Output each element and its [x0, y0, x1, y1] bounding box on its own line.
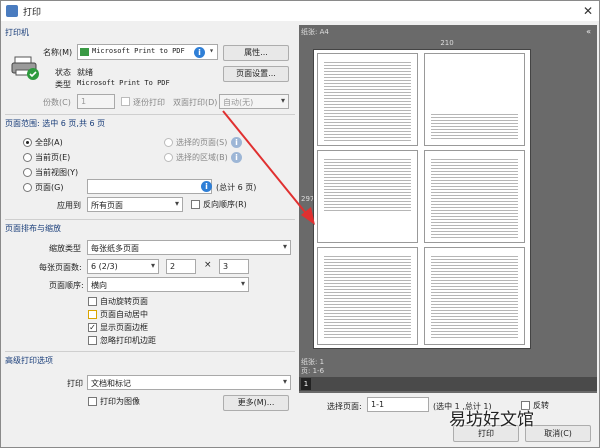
type-label: 类型	[55, 80, 71, 89]
scale-type-value: 每张纸多页面	[91, 244, 139, 253]
times-sign: ×	[204, 260, 212, 270]
radio-current-view[interactable]	[23, 168, 32, 177]
pages-per-sheet-select[interactable]: 6 (2/3)	[87, 259, 159, 274]
duplex-select[interactable]: 自动(无)	[219, 94, 289, 109]
page-order-label: 页面顺序:	[49, 281, 84, 290]
pages-per-sheet-value: 6 (2/3)	[91, 262, 118, 271]
page-order-select[interactable]: 横向	[87, 277, 249, 292]
close-icon[interactable]: ✕	[583, 4, 593, 18]
rows-value: 3	[223, 262, 229, 271]
preview-page-2	[424, 53, 525, 146]
radio-current-page[interactable]	[23, 153, 32, 162]
pager-current-page[interactable]: 1	[301, 378, 311, 390]
scale-type-select[interactable]: 每张纸多页面	[87, 240, 291, 255]
collate-checkbox[interactable]	[121, 97, 130, 106]
radio-selection[interactable]	[164, 153, 173, 162]
advanced-divider	[5, 351, 295, 352]
title-bar: 打印 ✕	[1, 1, 599, 21]
cancel-button[interactable]: 取消(C)	[525, 425, 591, 442]
printer-section-label: 打印机	[5, 28, 29, 37]
ignore-margins-label: 忽略打印机边距	[100, 336, 156, 345]
select-page-value: 1-1	[371, 400, 385, 409]
pages-input[interactable]	[87, 179, 212, 194]
page-order-value: 横向	[91, 281, 107, 290]
copies-input[interactable]: 1	[77, 94, 115, 109]
auto-center-checkbox[interactable]	[88, 310, 97, 319]
preview-page-4	[424, 150, 525, 243]
preview-pager: 1	[299, 377, 597, 391]
collate-label: 逐份打印	[133, 98, 165, 107]
pages-info-icon[interactable]: i	[201, 181, 212, 192]
width-ruler: 210	[440, 39, 454, 47]
page-setup-button[interactable]: 页面设置...	[223, 66, 289, 82]
printer-name-label: 名称(M)	[43, 48, 73, 57]
radio-all-label: 全部(A)	[35, 138, 63, 147]
printer-small-icon	[80, 48, 89, 56]
reverse-label: 反转	[533, 401, 549, 410]
window-title: 打印	[23, 7, 42, 18]
copies-value: 1	[81, 97, 87, 106]
print-dialog: 打印 ✕ 打印机 名称(M) Microsoft Print to PDF i …	[0, 0, 600, 448]
print-as-image-checkbox[interactable]	[88, 397, 97, 406]
auto-center-label: 页面自动居中	[100, 310, 148, 319]
printer-name-value: Microsoft Print to PDF	[92, 47, 185, 55]
radio-selection-label: 选择的区域(B)	[176, 153, 228, 162]
apply-to-value: 所有页面	[91, 201, 123, 210]
print-as-image-label: 打印为图像	[100, 397, 140, 406]
show-border-checkbox[interactable]: ✓	[88, 323, 97, 332]
preview-sheet	[313, 49, 531, 349]
more-button[interactable]: 更多(M)...	[223, 395, 289, 411]
print-what-select[interactable]: 文档和标记	[87, 375, 291, 390]
watermark-text: 易坊好文馆	[449, 410, 534, 430]
preview-page-3	[317, 150, 418, 243]
printer-icon	[11, 55, 39, 80]
select-page-label: 选择页面:	[327, 402, 362, 411]
properties-button[interactable]: 属性...	[223, 45, 289, 61]
page-range-label: 页: 1-6	[301, 367, 325, 375]
apply-to-label: 应用到	[57, 201, 81, 210]
radio-pages-label: 页面(G)	[35, 183, 64, 192]
collapse-preview-icon[interactable]: «	[586, 27, 591, 36]
layout-section-label: 页面排布与缩放	[5, 224, 61, 233]
duplex-value: 自动(无)	[223, 98, 254, 107]
copies-label: 份数(C)	[43, 98, 71, 107]
select-page-input[interactable]: 1-1	[367, 397, 429, 412]
duplex-label: 双面打印(D)	[173, 98, 218, 107]
print-what-value: 文档和标记	[91, 379, 131, 388]
print-what-label: 打印	[67, 379, 83, 388]
printer-info-icon[interactable]: i	[194, 47, 205, 58]
status-value: 就绪	[77, 68, 93, 77]
radio-current-page-label: 当前页(E)	[35, 153, 71, 162]
preview-page-6	[424, 247, 525, 345]
radio-selected-pages-label: 选择的页面(S)	[176, 138, 228, 147]
status-label: 状态	[55, 68, 71, 77]
app-icon	[6, 5, 18, 17]
ignore-margins-checkbox[interactable]	[88, 336, 97, 345]
paper-size-label: 纸张: A4	[301, 28, 329, 36]
preview-page-1	[317, 53, 418, 146]
print-preview: 纸张: A4 « 210 297 纸张: 1 页: 1-6	[299, 25, 597, 393]
radio-all[interactable]	[23, 138, 32, 147]
auto-rotate-label: 自动旋转页面	[100, 297, 148, 306]
preview-page-5	[317, 247, 418, 345]
scale-type-label: 缩放类型	[49, 244, 81, 253]
advanced-section-label: 高级打印选项	[5, 356, 53, 365]
show-border-label: 显示页面边框	[100, 323, 148, 332]
range-section-label: 页面范围: 选中 6 页,共 6 页	[5, 119, 106, 128]
apply-to-select[interactable]: 所有页面	[87, 197, 183, 212]
radio-selected-pages[interactable]	[164, 138, 173, 147]
reverse-order-checkbox[interactable]	[191, 200, 200, 209]
radio-pages[interactable]	[23, 183, 32, 192]
annotation-arrow	[222, 110, 315, 225]
type-value: Microsoft Print To PDF	[77, 79, 170, 87]
columns-input[interactable]: 2	[166, 259, 196, 274]
rows-input[interactable]: 3	[219, 259, 249, 274]
columns-value: 2	[170, 262, 176, 271]
radio-current-view-label: 当前视图(Y)	[35, 168, 79, 177]
pages-per-sheet-label: 每张页面数:	[39, 263, 82, 272]
auto-rotate-checkbox[interactable]	[88, 297, 97, 306]
